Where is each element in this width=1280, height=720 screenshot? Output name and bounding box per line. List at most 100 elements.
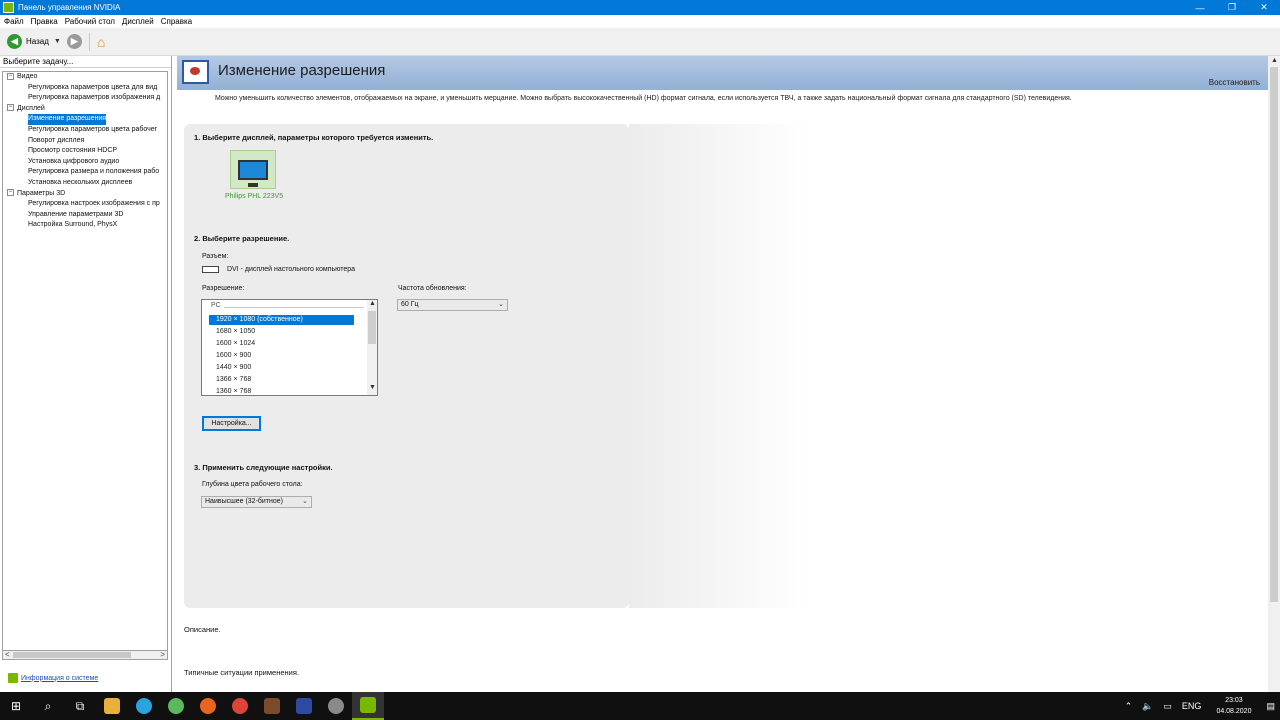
tree-item-label[interactable]: Просмотр состояния HDCP <box>28 146 117 157</box>
refresh-rate-select[interactable]: 60 Гц ⌄ <box>397 299 508 311</box>
tree-item[interactable]: Регулировка параметров цвета рабочег <box>3 125 167 136</box>
tree-item-label[interactable]: Регулировка настроек изображения с пр <box>28 199 160 210</box>
customize-button[interactable]: Настройка... <box>202 416 261 431</box>
tree-item[interactable]: Регулировка настроек изображения с пр <box>3 199 167 210</box>
title-bar: Панель управления NVIDIA — ❐ ✕ <box>0 0 1280 15</box>
task-view-icon[interactable]: ⧉ <box>64 692 96 720</box>
refresh-rate-label: Частота обновления: <box>398 285 467 292</box>
forward-arrow-icon[interactable]: ▶ <box>66 34 82 49</box>
notifications-icon[interactable]: ▤ <box>1266 701 1275 712</box>
tree-item[interactable]: Управление параметрами 3D <box>3 210 167 221</box>
chevron-up-icon[interactable]: ▲ <box>369 300 376 307</box>
resolution-list-scrollbar[interactable]: ▲ ▼ <box>367 300 377 395</box>
clock[interactable]: 23:03 04.08.2020 <box>1216 695 1251 717</box>
system-info-link[interactable]: Информация о системе <box>8 673 98 683</box>
back-button-label[interactable]: Назад <box>26 37 49 46</box>
tree-category[interactable]: − Видео <box>3 72 167 83</box>
typical-usage-label: Типичные ситуации применения. <box>184 668 299 677</box>
resolution-list[interactable]: PC 1920 × 1080 (собственное) 1680 × 1050… <box>201 299 378 396</box>
page-banner: Изменение разрешения Восстановить <box>177 56 1268 90</box>
resolution-item[interactable]: 1600 × 900 <box>209 351 354 361</box>
tree-item-label[interactable]: Видео <box>17 72 37 83</box>
volume-icon[interactable]: 🔈 <box>1142 701 1153 712</box>
back-history-dropdown-icon[interactable]: ▼ <box>54 38 61 45</box>
dvi-connector-icon <box>202 266 219 273</box>
collapse-icon[interactable]: − <box>7 104 14 112</box>
system-info-label[interactable]: Информация о системе <box>21 675 98 682</box>
chevron-down-icon: ⌄ <box>498 301 504 308</box>
tree-item[interactable]: Регулировка параметров изображения д <box>3 93 167 104</box>
tree-item-label[interactable]: Установка цифрового аудио <box>28 157 119 168</box>
tree-item-label[interactable]: Поворот дисплея <box>28 136 84 147</box>
chevron-down-icon[interactable]: ▼ <box>369 384 376 391</box>
resolution-item-selected[interactable]: 1920 × 1080 (собственное) <box>209 315 354 325</box>
tree-item[interactable]: Регулировка размера и положения рабо <box>3 167 167 178</box>
display-tile[interactable] <box>230 150 276 189</box>
menu-file[interactable]: Файл <box>4 17 24 26</box>
scroll-right-icon[interactable]: > <box>160 650 165 659</box>
network-icon[interactable]: ▭ <box>1163 701 1172 712</box>
tree-item-selected[interactable]: Изменение разрешения <box>3 114 167 125</box>
back-arrow-icon[interactable]: ◀ <box>7 34 22 49</box>
scroll-left-icon[interactable]: < <box>5 650 10 659</box>
maximize-button[interactable]: ❐ <box>1216 0 1248 15</box>
scroll-thumb[interactable] <box>368 311 376 344</box>
tree-item-label[interactable]: Установка нескольких дисплеев <box>28 178 132 189</box>
utorrent-icon[interactable] <box>160 692 192 720</box>
chevron-up-icon[interactable]: ▲ <box>1271 57 1278 64</box>
tree-item-label[interactable]: Регулировка параметров цвета для вид <box>28 83 157 94</box>
windows-start-icon[interactable]: ⊞ <box>0 692 32 720</box>
tree-category[interactable]: − Параметры 3D <box>3 189 167 200</box>
tree-item-label[interactable]: Управление параметрами 3D <box>28 210 123 221</box>
resolution-item[interactable]: 1600 × 1024 <box>209 339 354 349</box>
menu-desktop[interactable]: Рабочий стол <box>65 17 115 26</box>
tree-item[interactable]: Просмотр состояния HDCP <box>3 146 167 157</box>
display-name[interactable]: Philips PHL 223V5 <box>225 193 283 200</box>
tree-item[interactable]: Поворот дисплея <box>3 136 167 147</box>
scroll-thumb[interactable] <box>13 652 131 658</box>
steam-icon[interactable] <box>320 692 352 720</box>
connector-label: Разъем: <box>202 253 229 260</box>
firefox-icon[interactable] <box>192 692 224 720</box>
menu-edit[interactable]: Правка <box>31 17 58 26</box>
minimize-button[interactable]: — <box>1184 0 1216 15</box>
tree-horizontal-scrollbar[interactable]: < > <box>2 650 168 660</box>
content-vertical-scrollbar[interactable]: ▲ <box>1268 56 1280 692</box>
tree-item-label[interactable]: Настройка Surround, PhysX <box>28 220 117 231</box>
step3-heading: 3. Применить следующие настройки. <box>194 463 333 472</box>
file-explorer-icon[interactable] <box>96 692 128 720</box>
tree-item[interactable]: Регулировка параметров цвета для вид <box>3 83 167 94</box>
nvidia-control-panel-taskbar-icon[interactable] <box>352 692 384 720</box>
resolution-item[interactable]: 1360 × 768 <box>209 387 354 395</box>
tree-item-label[interactable]: Дисплей <box>17 104 45 115</box>
game-icon[interactable] <box>256 692 288 720</box>
tree-item-label[interactable]: Регулировка параметров изображения д <box>28 93 160 104</box>
tree-item[interactable]: Настройка Surround, PhysX <box>3 220 167 231</box>
language-indicator[interactable]: ENG <box>1182 701 1202 711</box>
scroll-thumb[interactable] <box>1270 67 1278 602</box>
home-icon[interactable]: ⌂ <box>97 34 105 50</box>
collapse-icon[interactable]: − <box>7 72 14 80</box>
tree-item-label[interactable]: Регулировка параметров цвета рабочег <box>28 125 157 136</box>
resolution-item[interactable]: 1680 × 1050 <box>209 327 354 337</box>
menu-help[interactable]: Справка <box>161 17 192 26</box>
chevron-up-icon[interactable]: ⌃ <box>1125 701 1133 712</box>
restore-defaults-link[interactable]: Восстановить <box>1209 78 1260 87</box>
tree-item[interactable]: Установка цифрового аудио <box>3 157 167 168</box>
tree-item-label[interactable]: Параметры 3D <box>17 189 65 200</box>
menu-display[interactable]: Дисплей <box>122 17 154 26</box>
tree-item-label[interactable]: Изменение разрешения <box>28 114 107 125</box>
search-icon[interactable]: ⌕ <box>32 692 64 720</box>
tree-item-label[interactable]: Регулировка размера и положения рабо <box>28 167 159 178</box>
tree-category[interactable]: − Дисплей <box>3 104 167 115</box>
resolution-item[interactable]: 1366 × 768 <box>209 375 354 385</box>
monitor-app-icon[interactable] <box>288 692 320 720</box>
resolution-item[interactable]: 1440 × 900 <box>209 363 354 373</box>
chevron-down-icon: ⌄ <box>302 498 308 505</box>
color-depth-select[interactable]: Наивысшее (32-битное) ⌄ <box>201 496 312 508</box>
chrome-icon[interactable] <box>224 692 256 720</box>
collapse-icon[interactable]: − <box>7 189 14 197</box>
telegram-icon[interactable] <box>128 692 160 720</box>
close-button[interactable]: ✕ <box>1248 0 1280 15</box>
tree-item[interactable]: Установка нескольких дисплеев <box>3 178 167 189</box>
